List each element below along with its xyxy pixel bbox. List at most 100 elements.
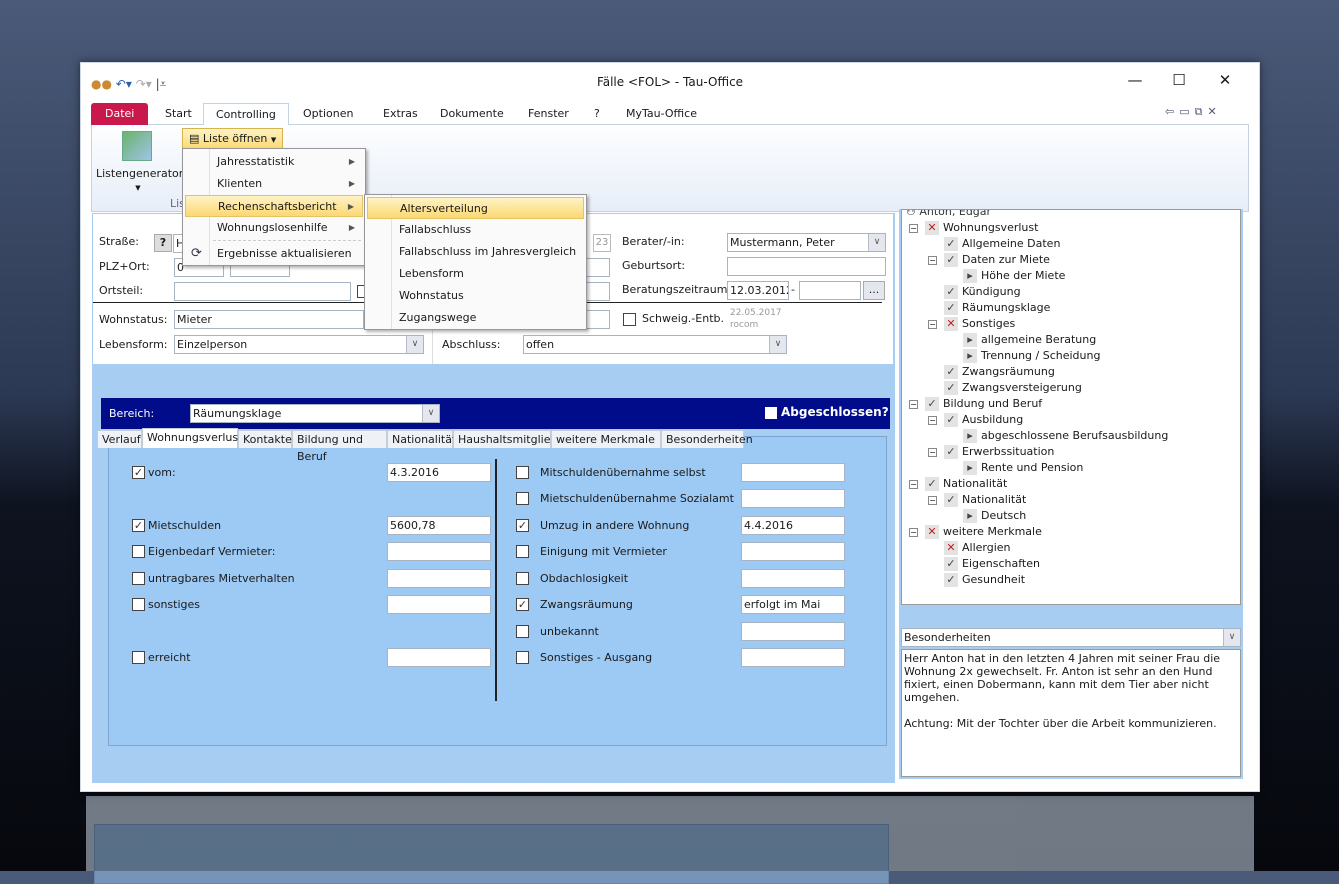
tree-item[interactable]: ▸ Höhe der Miete (963, 268, 1065, 284)
tree-item[interactable]: ✕ weitere Merkmale (925, 524, 1042, 540)
listengenerator-button[interactable]: Listengenerator ▼ (96, 167, 183, 193)
notes-textarea[interactable]: Herr Anton hat in den letzten 4 Jahren m… (901, 649, 1241, 777)
calendar-button[interactable]: 23 (593, 234, 611, 252)
ortsteil-input[interactable] (174, 282, 351, 301)
field-input[interactable] (387, 595, 491, 614)
submenu-item-fallabschluss[interactable]: Fallabschluss (367, 219, 584, 241)
ribbon-tab-fenster[interactable]: Fenster (516, 103, 581, 125)
tree-item[interactable]: ✓ Ausbildung (944, 412, 1023, 428)
field-input[interactable] (387, 542, 491, 561)
tab-besonderheiten[interactable]: Besonderheiten (661, 430, 753, 448)
tree-item[interactable]: ▸ Deutsch (963, 508, 1026, 524)
notes-category-select[interactable]: Besonderheiten ∨ (901, 628, 1241, 647)
ribbon-tab-optionen[interactable]: Optionen (291, 103, 365, 125)
chevron-down-icon[interactable]: ∨ (422, 405, 439, 422)
tab-wohnungsverlust[interactable]: Wohnungsverlust (142, 428, 242, 448)
checkbox[interactable] (132, 651, 145, 664)
expander-icon[interactable]: − (928, 416, 937, 425)
close-button[interactable]: ✕ (1203, 67, 1247, 93)
expander-icon[interactable]: − (909, 480, 918, 489)
checkbox-checked[interactable]: ✓ (132, 519, 145, 532)
chevron-down-icon[interactable]: ∨ (406, 336, 423, 353)
ribbon-tab-help[interactable]: ? (582, 103, 612, 125)
chevron-down-icon[interactable]: ∨ (868, 234, 885, 251)
menu-item-ergebnisse-aktualisieren[interactable]: Ergebnisse aktualisieren ⟳ (185, 243, 363, 265)
tree-item[interactable]: ✓ Räumungsklage (944, 300, 1050, 316)
tree-item[interactable]: ✕ Wohnungsverlust (925, 220, 1038, 236)
field-input[interactable] (741, 463, 845, 482)
liste-oeffnen-button[interactable]: ▤ Liste öffnen ▼ (182, 128, 284, 150)
field-input[interactable] (586, 258, 610, 277)
zeitraum-to-input[interactable] (799, 281, 861, 300)
checkbox[interactable] (516, 625, 529, 638)
checkbox[interactable] (516, 572, 529, 585)
field-input[interactable] (741, 489, 845, 508)
help-button[interactable]: ? (154, 234, 172, 252)
tree-item[interactable]: ✓ Kündigung (944, 284, 1021, 300)
ribbon-tab-start[interactable]: Start (153, 103, 204, 125)
menu-item-wohnungslosenhilfe[interactable]: Wohnungslosenhilfe ▶ (185, 217, 363, 239)
expander-icon[interactable]: − (909, 528, 918, 537)
field-input[interactable]: 4.3.2016 (387, 463, 491, 482)
tree-item[interactable]: ✓ Daten zur Miete (944, 252, 1050, 268)
menu-item-rechenschaftsbericht[interactable]: Rechenschaftsbericht ▶ (185, 195, 363, 217)
field-input[interactable] (387, 648, 491, 667)
expander-icon[interactable]: − (909, 400, 918, 409)
chevron-down-icon[interactable]: ∨ (1223, 629, 1240, 646)
abschluss-select[interactable]: offen ∨ (523, 335, 787, 354)
tree-item[interactable]: ✓ Allgemeine Daten (944, 236, 1060, 252)
field-input[interactable] (586, 282, 610, 301)
submenu-item-wohnstatus[interactable]: Wohnstatus (367, 285, 584, 307)
expander-icon[interactable]: − (928, 320, 937, 329)
tree-root[interactable]: ⚇ Anton, Edgar (906, 210, 991, 220)
tab-verlauf[interactable]: Verlauf (97, 430, 142, 448)
field-input[interactable] (741, 622, 845, 641)
checkbox[interactable] (516, 466, 529, 479)
ribbon-tab-datei[interactable]: Datei (91, 103, 149, 125)
tree-item[interactable]: ✓ Nationalität (925, 476, 1007, 492)
tree-item[interactable]: ✓ Eigenschaften (944, 556, 1040, 572)
wohnstatus-input[interactable]: Mieter (174, 310, 364, 329)
tree-item[interactable]: ✓ Nationalität (944, 492, 1026, 508)
abgeschlossen-checkbox[interactable] (765, 407, 777, 419)
tree-item[interactable]: ▸ abgeschlossene Berufsausbildung (963, 428, 1168, 444)
field-input[interactable] (741, 569, 845, 588)
expander-icon[interactable]: − (928, 496, 937, 505)
maximize-button[interactable]: ☐ (1157, 67, 1201, 93)
chevron-down-icon[interactable]: ∨ (769, 336, 786, 353)
checkbox[interactable] (132, 598, 145, 611)
submenu-item-fallabschluss-im-jahresvergleich[interactable]: Fallabschluss im Jahresvergleich (367, 241, 584, 263)
ribbon-tab-dokumente[interactable]: Dokumente (428, 103, 516, 125)
tree-item[interactable]: ▸ Rente und Pension (963, 460, 1083, 476)
schweig-checkbox[interactable] (623, 313, 636, 326)
bereich-select[interactable]: Räumungsklage ∨ (190, 404, 440, 423)
checkbox[interactable] (132, 572, 145, 585)
zeitraum-from-input[interactable]: 12.03.2012 (727, 281, 789, 300)
tree-item[interactable]: ▸ allgemeine Beratung (963, 332, 1096, 348)
ribbon-tab-controlling[interactable]: Controlling (203, 103, 289, 125)
zeitraum-picker-button[interactable]: ... (863, 281, 885, 300)
tab-weitere-merkmale[interactable]: weitere Merkmale (551, 430, 661, 448)
tab-bildung-und-beruf[interactable]: Bildung und Beruf (292, 430, 387, 463)
berater-select[interactable]: Mustermann, Peter ∨ (727, 233, 886, 252)
checkbox[interactable] (516, 651, 529, 664)
geburtsort-input[interactable] (727, 257, 886, 276)
field-input[interactable]: 5600,78 (387, 516, 491, 535)
checkbox-checked[interactable]: ✓ (516, 598, 529, 611)
menu-item-klienten[interactable]: Klienten ▶ (185, 173, 363, 195)
checkbox[interactable] (132, 545, 145, 558)
tree-item[interactable]: ✓ Bildung und Beruf (925, 396, 1042, 412)
submenu-item-lebensform[interactable]: Lebensform (367, 263, 584, 285)
checkbox[interactable] (516, 492, 529, 505)
field-input[interactable] (741, 648, 845, 667)
expander-icon[interactable]: − (928, 256, 937, 265)
field-input[interactable]: erfolgt im Mai (741, 595, 845, 614)
expander-icon[interactable]: − (928, 448, 937, 457)
lebensform-select[interactable]: Einzelperson ∨ (174, 335, 424, 354)
field-input[interactable]: 4.4.2016 (741, 516, 845, 535)
menu-item-jahresstatistik[interactable]: Jahresstatistik ▶ (185, 151, 363, 173)
tab-kontakte[interactable]: Kontakte (238, 430, 292, 448)
field-input[interactable] (387, 569, 491, 588)
mdi-controls[interactable]: ⇦▭⧉✕ (1165, 105, 1222, 119)
tree-item[interactable]: ✕ Allergien (944, 540, 1011, 556)
